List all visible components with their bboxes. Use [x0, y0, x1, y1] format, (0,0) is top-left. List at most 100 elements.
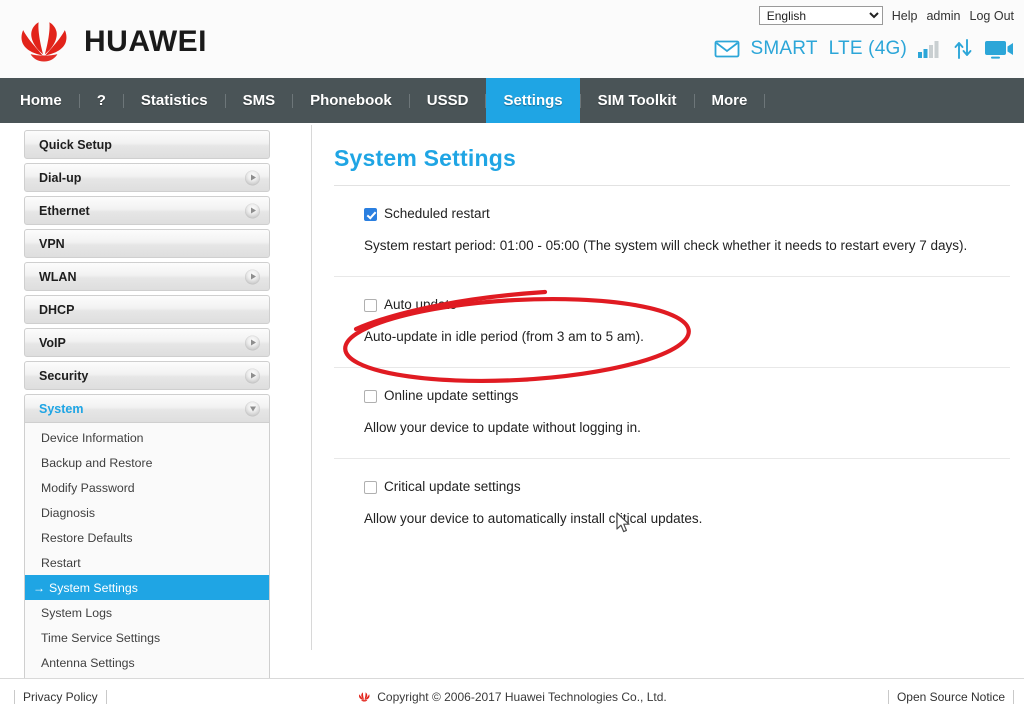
up-down-arrows-icon	[954, 39, 972, 59]
sidebar-item-restore-defaults[interactable]: → Restore Defaults	[25, 525, 269, 550]
main-body: Quick Setup Dial-up Ethernet VPN WLAN DH…	[0, 123, 1024, 682]
chevron-right-icon	[245, 335, 260, 350]
sidebar-item-wlan[interactable]: WLAN	[24, 262, 270, 291]
page-footer: Privacy Policy Copyright © 2006-2017 Hua…	[0, 678, 1024, 716]
scheduled-restart-description: System restart period: 01:00 - 05:00 (Th…	[364, 238, 968, 253]
auto-update-label[interactable]: Auto update	[384, 297, 457, 312]
sidebar-item-restart[interactable]: → Restart	[25, 550, 269, 575]
nav-item-sms[interactable]: SMS	[226, 78, 293, 123]
chevron-right-icon	[245, 368, 260, 383]
online-update-description: Allow your device to update without logg…	[364, 420, 641, 435]
copyright-text: Copyright © 2006-2017 Huawei Technologie…	[377, 690, 667, 704]
sidebar-item-ethernet[interactable]: Ethernet	[24, 196, 270, 225]
critical-update-description: Allow your device to automatically insta…	[364, 511, 703, 526]
account-link[interactable]: admin	[926, 9, 960, 23]
sidebar-item-label: WLAN	[39, 269, 77, 284]
scheduled-restart-checkbox[interactable]	[364, 208, 377, 221]
sidebar-item-label: Restore Defaults	[41, 530, 133, 545]
sidebar-item-system[interactable]: System	[24, 394, 270, 423]
sidebar-item-dial-up[interactable]: Dial-up	[24, 163, 270, 192]
setting-section-scheduled-restart: Scheduled restart System restart period:…	[334, 186, 1010, 276]
sidebar-item-label: Time Service Settings	[41, 630, 161, 645]
network-type-label: LTE (4G)	[828, 38, 907, 59]
system-submenu: → Device Information → Backup and Restor…	[24, 423, 270, 682]
chevron-right-icon	[245, 269, 260, 284]
chevron-down-icon	[245, 401, 260, 416]
sidebar-item-label: VPN	[39, 236, 65, 251]
critical-update-label[interactable]: Critical update settings	[384, 479, 521, 494]
sidebar-item-system-settings[interactable]: → System Settings	[25, 575, 269, 600]
language-select[interactable]: English	[758, 6, 883, 25]
sidebar-item-backup-and-restore[interactable]: → Backup and Restore	[25, 450, 269, 475]
sidebar-item-label: DHCP	[39, 302, 75, 317]
chevron-right-icon	[245, 170, 260, 185]
sidebar-content-divider	[311, 125, 312, 650]
copyright-notice: Copyright © 2006-2017 Huawei Technologie…	[357, 690, 667, 704]
nav-item-statistics[interactable]: Statistics	[124, 78, 225, 123]
sidebar-item-voip[interactable]: VoIP	[24, 328, 270, 357]
settings-content-panel: System Settings Scheduled restart System…	[334, 135, 1010, 549]
smart-label: SMART	[750, 38, 818, 59]
page-header: HUAWEI English Help admin Log Out SMART …	[0, 0, 1024, 78]
sidebar-item-label: VoIP	[39, 335, 66, 350]
sidebar-item-label: System	[39, 401, 84, 416]
nav-item-help[interactable]: ?	[80, 78, 123, 123]
sidebar-item-label: Dial-up	[39, 170, 82, 185]
sidebar-item-label: Diagnosis	[41, 505, 95, 520]
sidebar-item-label: Backup and Restore	[41, 455, 153, 470]
sidebar-item-diagnosis[interactable]: → Diagnosis	[25, 500, 269, 525]
auto-update-row[interactable]: Auto update	[364, 297, 1010, 312]
sidebar-item-security[interactable]: Security	[24, 361, 270, 390]
sidebar-item-system-logs[interactable]: → System Logs	[25, 600, 269, 625]
sidebar-item-label: System Settings	[49, 580, 138, 595]
sidebar-item-label: Modify Password	[41, 480, 135, 495]
critical-update-row[interactable]: Critical update settings	[364, 479, 1010, 494]
help-link[interactable]: Help	[892, 9, 918, 23]
nav-item-more[interactable]: More	[695, 78, 765, 123]
envelope-icon[interactable]	[714, 39, 740, 59]
online-update-checkbox[interactable]	[364, 390, 377, 403]
scheduled-restart-label[interactable]: Scheduled restart	[384, 206, 490, 221]
sidebar-item-label: Restart	[41, 555, 81, 570]
nav-item-ussd[interactable]: USSD	[410, 78, 486, 123]
critical-update-checkbox[interactable]	[364, 481, 377, 494]
huawei-flower-logo-icon	[21, 22, 67, 62]
setting-section-online-update: Online update settings Allow your device…	[334, 367, 1010, 458]
signal-bars-icon	[918, 41, 939, 58]
sidebar-item-vpn[interactable]: VPN	[24, 229, 270, 258]
sidebar-item-antenna-settings[interactable]: → Antenna Settings	[25, 650, 269, 675]
sidebar-item-device-information[interactable]: → Device Information	[25, 425, 269, 450]
huawei-logo[interactable]: HUAWEI	[14, 20, 207, 64]
sidebar-item-modify-password[interactable]: → Modify Password	[25, 475, 269, 500]
privacy-policy-link[interactable]: Privacy Policy	[14, 690, 107, 704]
sidebar-item-label: Device Information	[41, 430, 144, 445]
active-arrow-icon: →	[33, 580, 45, 595]
logout-link[interactable]: Log Out	[970, 9, 1014, 23]
mouse-pointer-icon	[616, 512, 630, 533]
sidebar-item-time-service-settings[interactable]: → Time Service Settings	[25, 625, 269, 650]
status-indicator-row: SMART LTE (4G)	[714, 38, 1015, 60]
nav-item-home[interactable]: Home	[0, 78, 79, 123]
sidebar-item-label: Security	[39, 368, 89, 383]
open-source-notice-link[interactable]: Open Source Notice	[887, 690, 1014, 704]
nav-item-sim-toolkit[interactable]: SIM Toolkit	[581, 78, 694, 123]
online-update-label[interactable]: Online update settings	[384, 388, 518, 403]
sidebar-item-label: Ethernet	[39, 203, 90, 218]
sidebar-item-label: System Logs	[41, 605, 113, 620]
sidebar-item-label: Antenna Settings	[41, 655, 135, 670]
sidebar-item-dhcp[interactable]: DHCP	[24, 295, 270, 324]
auto-update-checkbox[interactable]	[364, 299, 377, 312]
nav-item-phonebook[interactable]: Phonebook	[293, 78, 409, 123]
scheduled-restart-row[interactable]: Scheduled restart	[364, 206, 1010, 221]
header-utility-row: English Help admin Log Out	[758, 6, 1014, 25]
brand-name: HUAWEI	[84, 25, 207, 58]
nav-separator	[764, 93, 766, 108]
sidebar-item-quick-setup[interactable]: Quick Setup	[24, 130, 270, 159]
monitor-icon	[985, 41, 1013, 59]
settings-sidebar: Quick Setup Dial-up Ethernet VPN WLAN DH…	[24, 130, 270, 682]
chevron-right-icon	[245, 203, 260, 218]
nav-item-settings[interactable]: Settings	[486, 78, 580, 123]
auto-update-description: Auto-update in idle period (from 3 am to…	[364, 329, 644, 344]
huawei-flower-logo-small-icon	[359, 692, 370, 702]
online-update-row[interactable]: Online update settings	[364, 388, 1010, 403]
